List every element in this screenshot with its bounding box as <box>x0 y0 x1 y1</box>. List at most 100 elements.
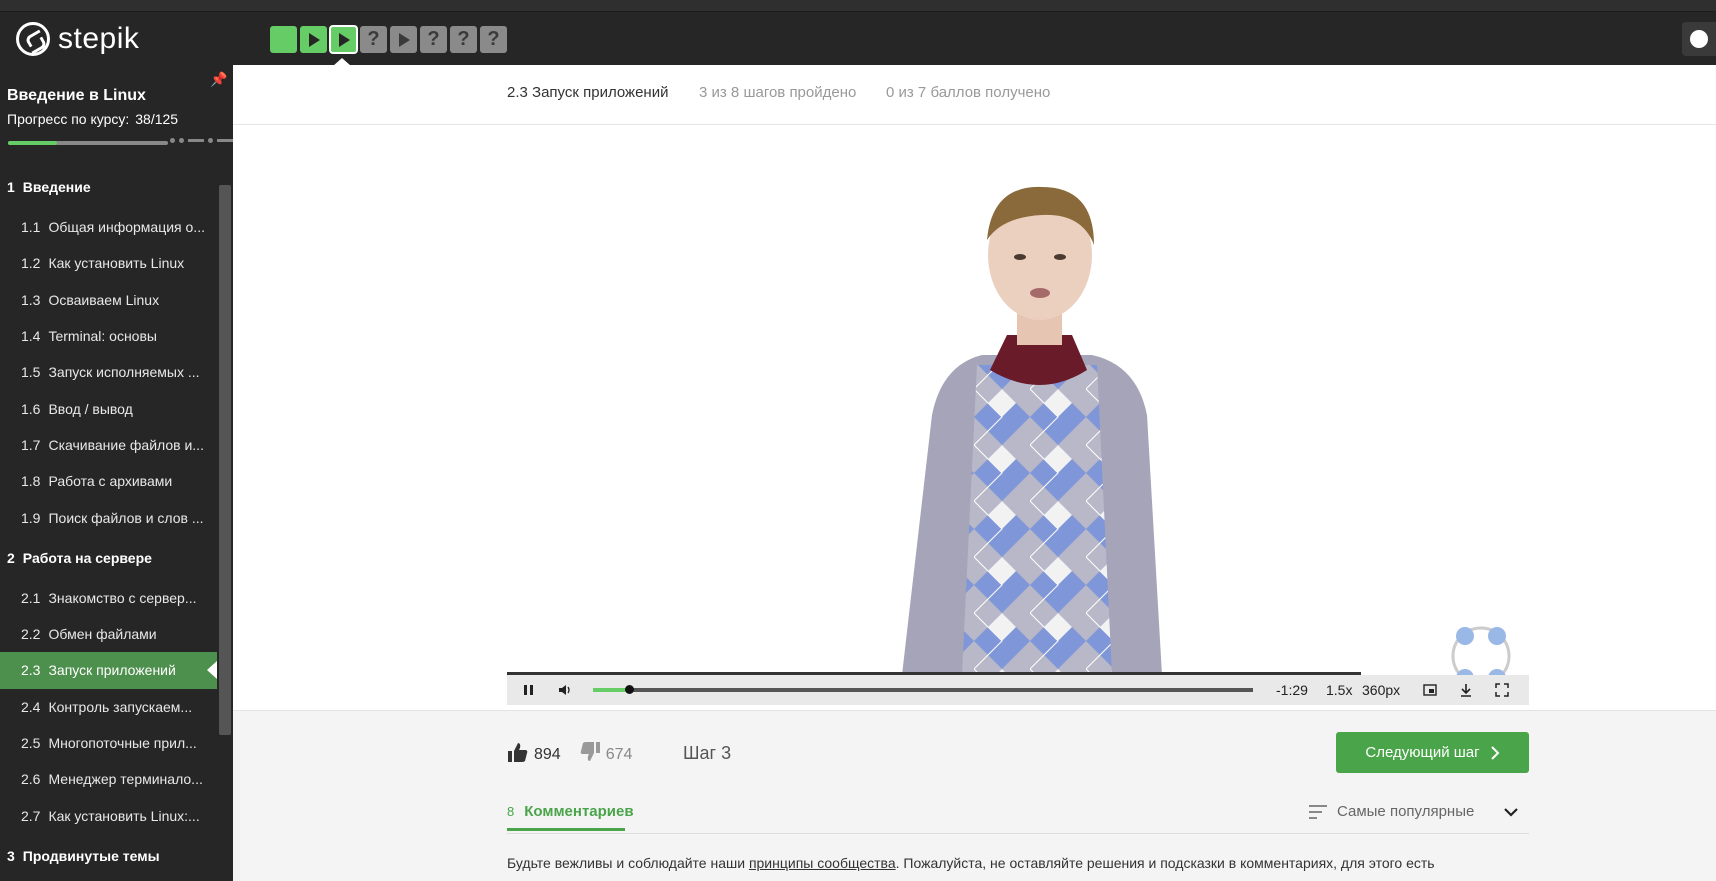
lesson-number: 1.8 <box>21 473 41 490</box>
presenter-video-frame <box>902 186 1162 675</box>
sidebar-module-3[interactable]: 3 Продвинутые темы <box>0 834 217 878</box>
sidebar-lesson-1-1[interactable]: 1.1 Общая информация о... <box>0 209 217 245</box>
lesson-number: 1.5 <box>21 364 41 381</box>
community-rules-link[interactable]: принципы сообщества <box>749 855 896 871</box>
seek-handle[interactable] <box>625 685 635 694</box>
rules-text-prefix: Будьте вежливы и соблюдайте наши <box>507 855 749 871</box>
lesson-number: 1.3 <box>21 291 41 308</box>
top-bar: stepik ???? <box>0 0 1716 66</box>
lesson-title: Terminal: основы <box>48 328 157 345</box>
sidebar-lesson-1-3[interactable]: 1.3 Осваиваем Linux <box>0 282 217 318</box>
download-icon <box>1461 684 1471 697</box>
step-1-button[interactable] <box>270 26 297 53</box>
course-progress-bar <box>8 141 168 145</box>
sidebar-lesson-1-7[interactable]: 1.7 Скачивание файлов и... <box>0 427 217 463</box>
sidebar-lesson-2-2[interactable]: 2.2 Обмен файлами <box>0 616 217 652</box>
player-controls: -1:29 1.5x 360px <box>507 675 1529 705</box>
lesson-number: 2.5 <box>21 735 41 751</box>
lesson-number: 1.7 <box>21 436 41 453</box>
module-title: Введение <box>22 179 91 195</box>
sidebar-module-2[interactable]: 2 Работа на сервере <box>0 536 217 580</box>
download-button[interactable] <box>1448 675 1484 705</box>
sidebar-lesson-2-4[interactable]: 2.4 Контроль запускаем... <box>0 689 217 725</box>
comments-sort-dropdown[interactable]: Самые популярные <box>1309 803 1519 820</box>
picture-in-picture-button[interactable] <box>1412 675 1448 705</box>
lesson-list: 1 Введение 1.1 Общая информация о... 1.2 Как … <box>0 165 217 878</box>
lesson-title: Контроль запускаем... <box>48 698 193 715</box>
profile-button[interactable] <box>1682 22 1716 56</box>
next-step-label: Следующий шаг <box>1365 744 1480 761</box>
sidebar-lesson-2-1[interactable]: 2.1 Знакомство с сервер... <box>0 580 217 616</box>
sidebar-lesson-2-6[interactable]: 2.6 Менеджер терминало... <box>0 761 217 797</box>
question-mark-icon: ? <box>457 28 470 50</box>
fullscreen-button[interactable] <box>1484 675 1520 705</box>
step-footer: 894 674 Шаг 3 Следующий шаг 8 Комментари… <box>233 710 1716 881</box>
sidebar-lesson-2-5[interactable]: 2.5 Многопоточные прил... <box>0 725 217 761</box>
thumbs-up-icon[interactable] <box>507 741 529 768</box>
picture-in-picture-icon <box>1423 684 1437 696</box>
play-icon <box>338 32 350 47</box>
stepik-logo-icon <box>16 22 50 56</box>
playback-speed[interactable]: 1.5x <box>1326 682 1362 698</box>
step-8-button[interactable]: ? <box>480 26 507 53</box>
lesson-title: Работа с архивами <box>48 473 173 490</box>
step-2-button[interactable] <box>300 26 327 53</box>
brand-name: stepik <box>58 22 140 55</box>
fullscreen-icon <box>1495 683 1509 697</box>
sidebar-lesson-1-8[interactable]: 1.8 Работа с архивами <box>0 463 217 499</box>
sidebar-lesson-1-9[interactable]: 1.9 Поиск файлов и слов ... <box>0 499 217 535</box>
sort-icon <box>1309 804 1327 819</box>
lesson-header: 2.3 Запуск приложений 3 из 8 шагов пройд… <box>233 65 1716 125</box>
step-5-button[interactable] <box>390 26 417 53</box>
lesson-title: Как установить Linux <box>48 255 185 272</box>
pin-icon[interactable]: 📌 <box>210 71 227 88</box>
lesson-number: 1.6 <box>21 400 41 417</box>
sidebar-lesson-2-7[interactable]: 2.7 Как установить Linux:... <box>0 797 217 833</box>
step-4-button[interactable]: ? <box>360 26 387 53</box>
chevron-right-icon <box>1490 745 1500 760</box>
sidebar-header: Введение в Linux 📌 Прогресс по курсу: 38/… <box>0 65 233 165</box>
next-step-button[interactable]: Следующий шаг <box>1336 732 1529 773</box>
rules-text-suffix: . Пожалуйста, не оставляйте решения и по… <box>895 855 1435 871</box>
sidebar-lesson-1-6[interactable]: 1.6 Ввод / вывод <box>0 390 217 426</box>
seek-bar[interactable] <box>593 685 1253 694</box>
lesson-number: 1.1 <box>21 219 41 236</box>
reactions: 894 674 <box>507 741 632 768</box>
module-number: 3 <box>7 847 15 864</box>
step-3-button[interactable] <box>329 25 358 54</box>
sidebar-lesson-1-5[interactable]: 1.5 Запуск исполняемых ... <box>0 354 217 390</box>
community-rules-notice: Будьте вежливы и соблюдайте наши принцип… <box>507 855 1435 871</box>
step-6-button[interactable]: ? <box>420 26 447 53</box>
sidebar-scrollbar-thumb[interactable] <box>219 185 231 735</box>
module-title: Продвинутые темы <box>22 847 160 864</box>
volume-button[interactable] <box>547 675 583 705</box>
question-mark-icon: ? <box>487 28 500 50</box>
lesson-title: Запуск приложений <box>48 662 176 679</box>
sidebar-lesson-1-4[interactable]: 1.4 Terminal: основы <box>0 318 217 354</box>
pause-icon <box>524 685 533 695</box>
thumbs-down-icon[interactable] <box>579 741 601 768</box>
sidebar-module-1[interactable]: 1 Введение <box>0 165 217 209</box>
lesson-number: 2.2 <box>21 626 41 643</box>
dislike-count: 674 <box>605 745 633 763</box>
tab-comments[interactable]: 8 Комментариев <box>507 795 634 831</box>
course-progress-fill <box>8 141 57 145</box>
time-remaining: -1:29 <box>1276 682 1308 698</box>
stepik-logo[interactable]: stepik <box>16 22 139 56</box>
step-7-button[interactable]: ? <box>450 26 477 53</box>
sidebar-lesson-1-2[interactable]: 1.2 Как установить Linux <box>0 245 217 281</box>
lesson-number: 1.9 <box>21 509 41 526</box>
module-number: 2 <box>7 549 15 566</box>
course-title[interactable]: Введение в Linux <box>7 87 146 105</box>
sidebar-lesson-2-3[interactable]: 2.3 Запуск приложений <box>0 652 217 689</box>
question-mark-icon: ? <box>367 28 380 50</box>
lesson-number: 2.4 <box>21 698 41 715</box>
video-player[interactable] <box>507 125 1529 710</box>
lesson-title: Запуск исполняемых ... <box>48 364 200 381</box>
volume-icon <box>559 685 570 695</box>
video-quality[interactable]: 360px <box>1362 682 1412 698</box>
sidebar-scrollbar[interactable] <box>219 185 231 805</box>
lesson-title: Обмен файлами <box>48 626 157 643</box>
module-number: 1 <box>7 179 15 195</box>
pause-button[interactable] <box>511 675 547 705</box>
